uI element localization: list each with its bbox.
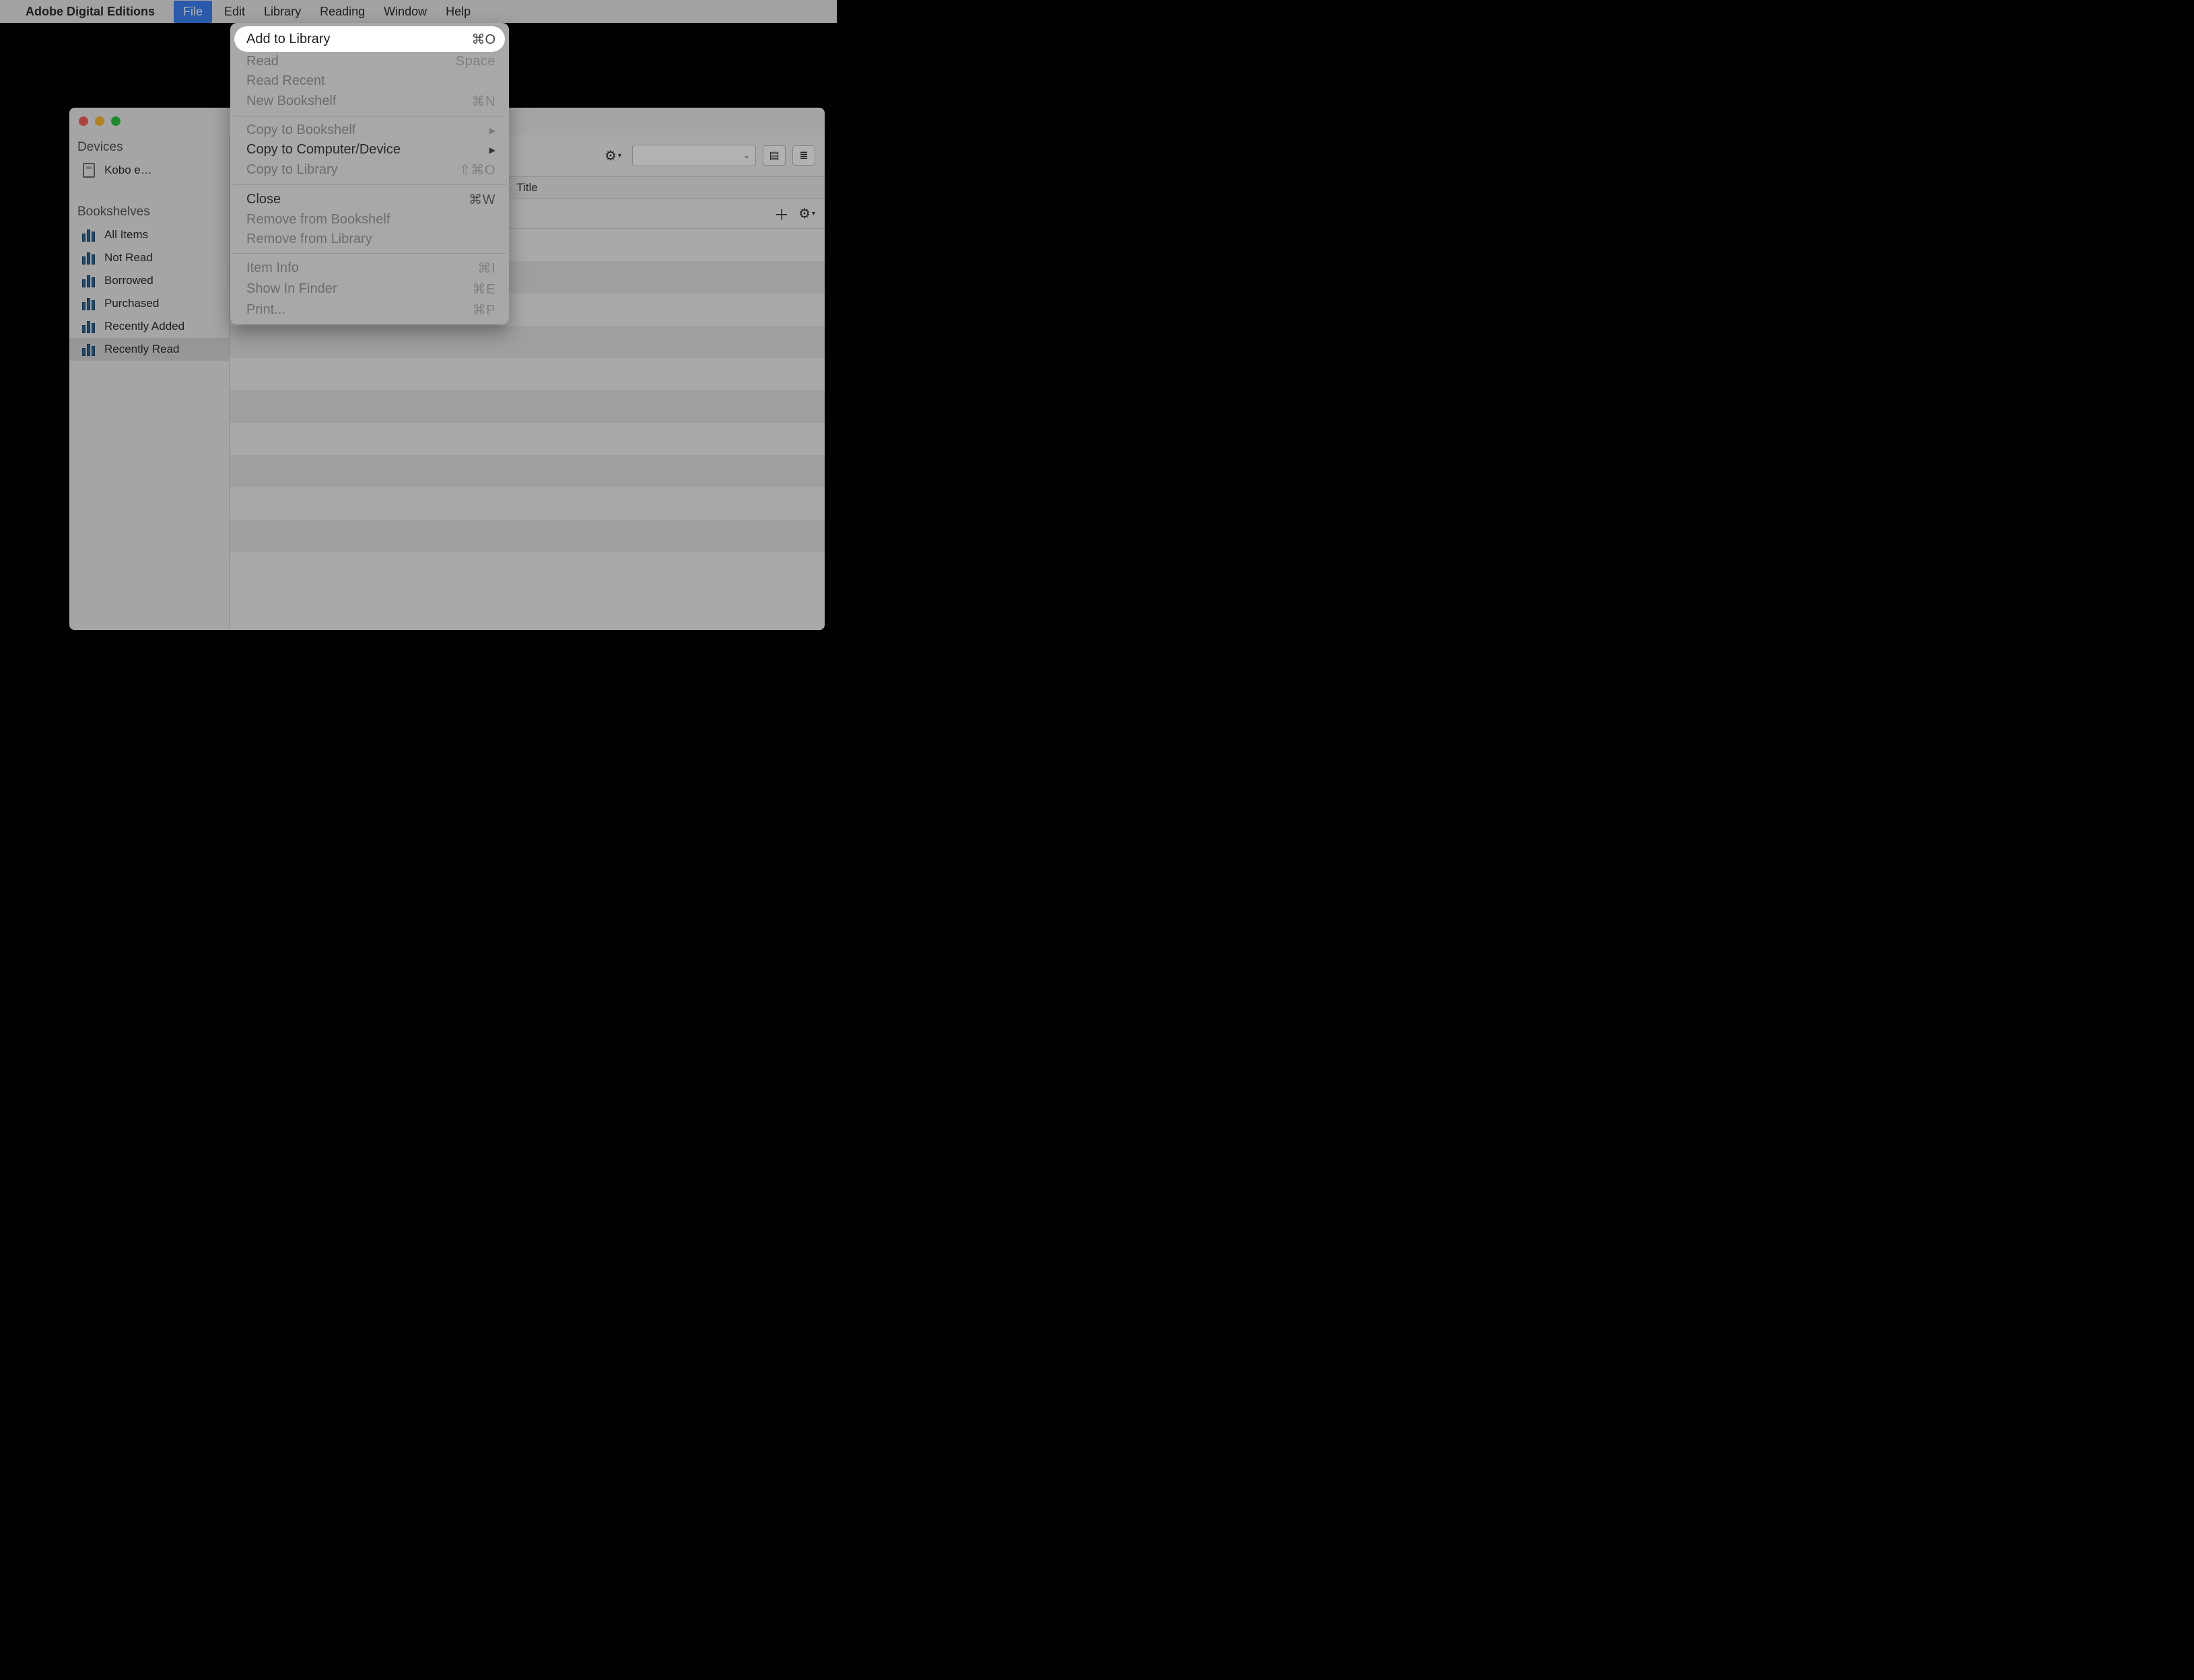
toolbar-gear-button[interactable]: ⚙▾ bbox=[605, 147, 621, 164]
chevron-down-icon: ▾ bbox=[618, 152, 621, 160]
subtoolbar-gear-button[interactable]: ⚙▾ bbox=[798, 205, 815, 222]
screen: Adobe Digital Editions File Edit Library… bbox=[0, 0, 837, 642]
submenu-arrow-icon bbox=[489, 145, 495, 155]
sidebar-item-label: Recently Added bbox=[104, 320, 184, 333]
menu-item-add-to-library-highlight[interactable]: Add to Library ⌘O bbox=[234, 26, 505, 52]
shortcut: ⌘P bbox=[473, 302, 495, 318]
shortcut: ⌘E bbox=[473, 281, 495, 298]
sidebar-shelf-all-items[interactable]: All Items bbox=[69, 223, 229, 246]
macos-menubar: Adobe Digital Editions File Edit Library… bbox=[0, 0, 837, 23]
menu-item-print[interactable]: Print... ⌘P bbox=[230, 300, 509, 320]
menubar-item-help[interactable]: Help bbox=[446, 5, 471, 19]
sidebar: Devices Kobo e… Bookshelves All Items No… bbox=[69, 135, 230, 630]
table-row bbox=[230, 423, 825, 455]
sidebar-shelf-recently-added[interactable]: Recently Added bbox=[69, 315, 229, 338]
menu-item-new-bookshelf[interactable]: New Bookshelf ⌘N bbox=[230, 91, 509, 112]
menubar-app-name[interactable]: Adobe Digital Editions bbox=[26, 5, 155, 19]
bookshelf-icon bbox=[81, 319, 96, 334]
add-button[interactable]: ＋ bbox=[774, 203, 789, 225]
bookshelf-icon bbox=[81, 228, 96, 242]
file-menu: Add to Library ⌘O Read Space Read Recent… bbox=[230, 23, 509, 324]
menu-item-item-info[interactable]: Item Info ⌘I bbox=[230, 258, 509, 279]
shortcut: ⇧⌘O bbox=[459, 162, 495, 178]
shortcut: ⌘I bbox=[477, 260, 495, 277]
menu-item-copy-to-bookshelf[interactable]: Copy to Bookshelf bbox=[230, 120, 509, 140]
table-row bbox=[230, 390, 825, 423]
sidebar-shelf-purchased[interactable]: Purchased bbox=[69, 292, 229, 315]
shortcut: ⌘W bbox=[469, 191, 495, 208]
menu-item-read[interactable]: Read Space bbox=[230, 52, 509, 71]
sidebar-item-label: Purchased bbox=[104, 297, 159, 310]
sidebar-item-label: Borrowed bbox=[104, 274, 153, 287]
ereader-icon bbox=[81, 163, 96, 178]
sidebar-item-label: All Items bbox=[104, 228, 148, 242]
sidebar-shelf-recently-read[interactable]: Recently Read bbox=[69, 338, 229, 361]
menu-item-show-in-finder[interactable]: Show In Finder ⌘E bbox=[230, 279, 509, 300]
menu-separator bbox=[233, 184, 506, 185]
menubar-item-window[interactable]: Window bbox=[384, 5, 427, 19]
menu-item-remove-from-bookshelf[interactable]: Remove from Bookshelf bbox=[230, 210, 509, 230]
menubar-item-file[interactable]: File bbox=[174, 1, 212, 23]
bookshelf-icon bbox=[81, 273, 96, 288]
sidebar-device-item[interactable]: Kobo e… bbox=[69, 159, 229, 182]
menubar-item-reading[interactable]: Reading bbox=[320, 5, 365, 19]
sidebar-heading-bookshelves: Bookshelves bbox=[69, 201, 229, 223]
menu-item-close[interactable]: Close ⌘W bbox=[230, 189, 509, 210]
highlight-overlay: Add to Library ⌘O bbox=[234, 26, 505, 52]
table-row bbox=[230, 358, 825, 390]
view-list-button[interactable]: ≣ bbox=[792, 145, 815, 166]
view-grid-button[interactable]: ▤ bbox=[763, 145, 786, 166]
bookshelf-icon bbox=[81, 342, 96, 357]
submenu-arrow-icon bbox=[489, 126, 495, 135]
close-window-button[interactable] bbox=[79, 116, 88, 126]
menu-item-copy-to-library[interactable]: Copy to Library ⇧⌘O bbox=[230, 160, 509, 180]
sidebar-item-label: Not Read bbox=[104, 251, 153, 265]
shortcut: Space bbox=[456, 54, 495, 69]
sidebar-device-label: Kobo e… bbox=[104, 164, 152, 177]
sidebar-shelf-borrowed[interactable]: Borrowed bbox=[69, 269, 229, 292]
chevron-down-icon: ▾ bbox=[812, 210, 815, 217]
minimize-window-button[interactable] bbox=[95, 116, 104, 126]
table-row bbox=[230, 552, 825, 584]
menu-item-label: Add to Library bbox=[246, 32, 471, 47]
sidebar-shelf-not-read[interactable]: Not Read bbox=[69, 246, 229, 269]
menu-item-remove-from-library[interactable]: Remove from Library bbox=[230, 230, 509, 249]
shortcut: ⌘O bbox=[471, 31, 495, 48]
menu-item-copy-to-computer-device[interactable]: Copy to Computer/Device bbox=[230, 140, 509, 160]
menu-separator bbox=[233, 253, 506, 254]
sort-select[interactable]: ⌄ bbox=[632, 145, 756, 166]
window-traffic-lights bbox=[79, 116, 121, 126]
sidebar-item-label: Recently Read bbox=[104, 343, 180, 356]
table-row bbox=[230, 455, 825, 487]
bookshelf-icon bbox=[81, 250, 96, 265]
table-row bbox=[230, 326, 825, 358]
menubar-item-library[interactable]: Library bbox=[264, 5, 301, 19]
zoom-window-button[interactable] bbox=[111, 116, 121, 126]
bookshelf-icon bbox=[81, 296, 96, 311]
shortcut: ⌘N bbox=[472, 93, 495, 110]
chevron-down-icon: ⌄ bbox=[743, 151, 750, 160]
menu-item-read-recent[interactable]: Read Recent bbox=[230, 71, 509, 91]
sidebar-heading-devices: Devices bbox=[69, 136, 229, 159]
menubar-item-edit[interactable]: Edit bbox=[224, 5, 245, 19]
table-row bbox=[230, 487, 825, 520]
table-row bbox=[230, 520, 825, 552]
